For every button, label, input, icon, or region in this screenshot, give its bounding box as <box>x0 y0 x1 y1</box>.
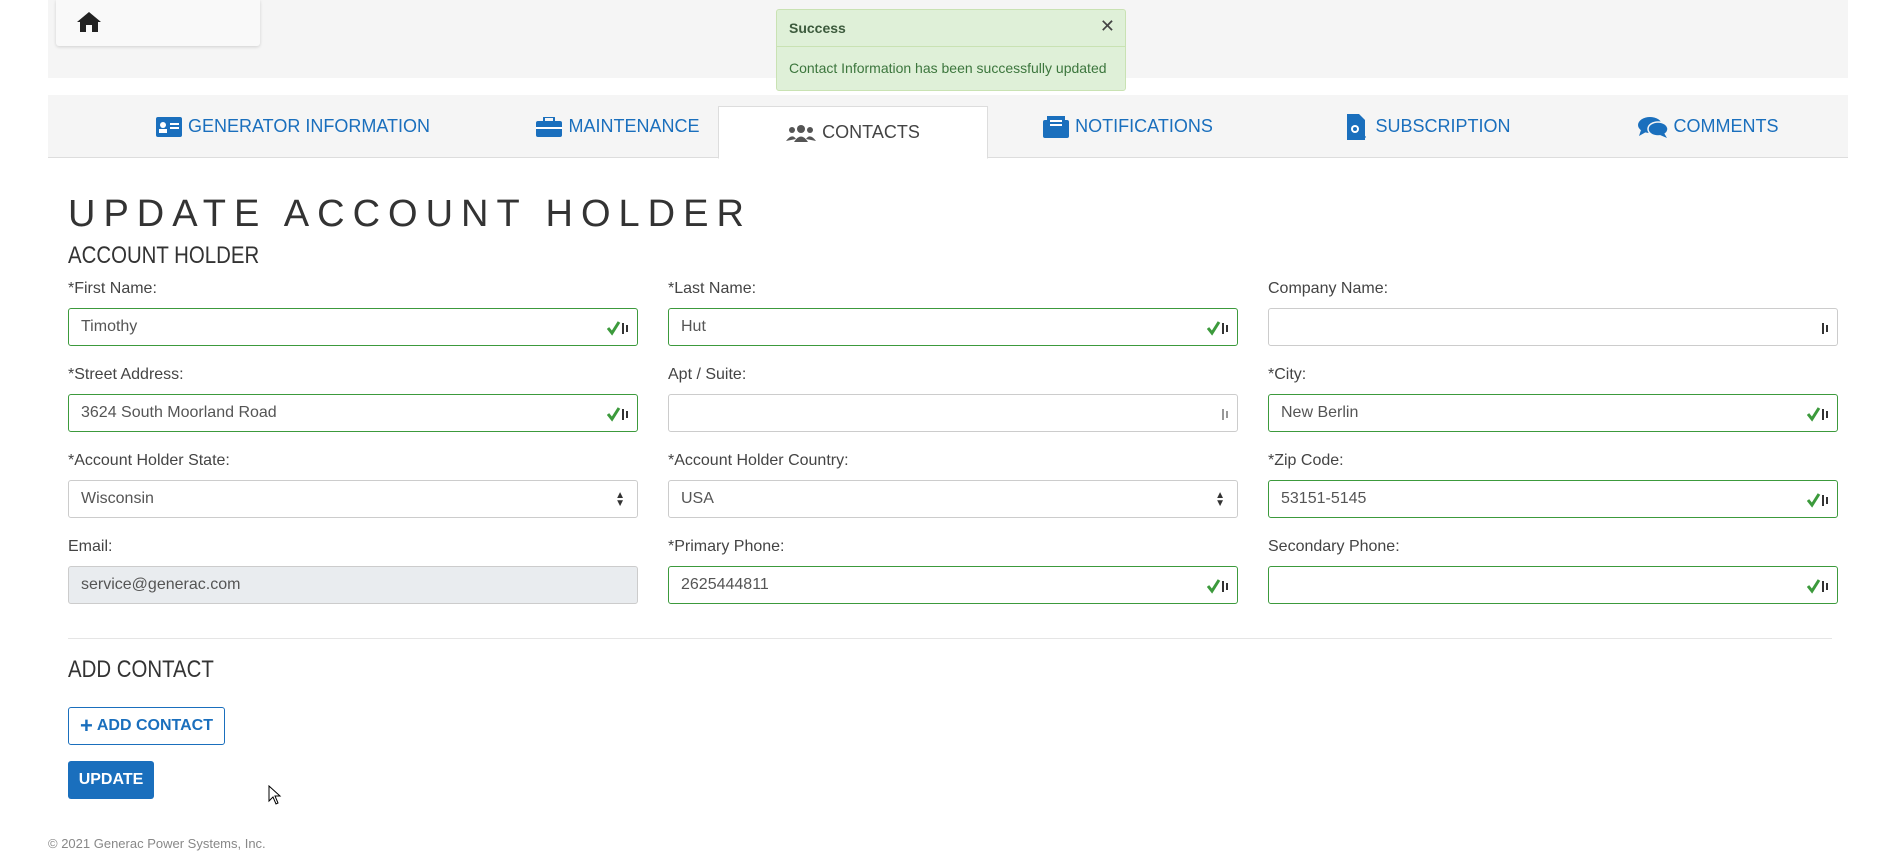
street-address-value: 3624 South Moorland Road <box>81 404 277 421</box>
envelope-icon <box>1043 115 1070 138</box>
section-title-add-contact: Add Contact <box>68 656 214 683</box>
valid-check-icon <box>607 321 628 336</box>
toast-title: Success <box>789 20 846 36</box>
file-icon <box>1347 113 1367 140</box>
plus-icon: + <box>80 713 93 738</box>
zip-code-value: 53151-5145 <box>1281 490 1367 507</box>
secondary-phone-field[interactable] <box>1268 566 1838 604</box>
country-label: *Account Holder Country: <box>668 452 849 469</box>
email-value: service@generac.com <box>81 576 241 593</box>
users-icon <box>786 124 817 142</box>
mouse-cursor-icon <box>268 785 282 805</box>
add-contact-label: Add Contact <box>96 717 213 734</box>
last-name-field[interactable]: Hut <box>668 308 1238 346</box>
select-caret-icon: ▲ ▼ <box>615 490 625 509</box>
valid-check-icon <box>607 407 628 422</box>
section-divider <box>68 638 1832 639</box>
street-address-field[interactable]: 3624 South Moorland Road <box>68 394 638 432</box>
first-name-field[interactable]: Timothy <box>68 308 638 346</box>
last-name-value: Hut <box>681 318 706 335</box>
email-field: service@generac.com <box>68 566 638 604</box>
footer-copyright: © 2021 Generac Power Systems, Inc. <box>48 836 266 851</box>
tab-generator-information[interactable]: Generator Information <box>68 95 518 158</box>
secondary-phone-label: Secondary Phone: <box>1268 538 1400 555</box>
tab-subscription[interactable]: Subscription <box>1278 95 1578 158</box>
tab-label: Notifications <box>1075 116 1213 136</box>
first-name-value: Timothy <box>81 318 138 335</box>
page-title: Update Account Holder <box>68 193 752 235</box>
toolbox-icon <box>536 116 563 137</box>
tab-label: Maintenance <box>568 116 700 136</box>
home-icon[interactable] <box>76 10 102 34</box>
tab-contacts[interactable]: Contacts <box>718 106 988 159</box>
primary-phone-value: 2625444811 <box>681 576 769 593</box>
valid-check-icon <box>1207 321 1228 336</box>
select-caret-icon: ▲ ▼ <box>1215 490 1225 509</box>
section-title-account-holder: Account Holder <box>68 242 260 269</box>
zip-code-label: *Zip Code: <box>1268 452 1344 469</box>
state-select[interactable]: Wisconsin ▲ ▼ <box>68 480 638 518</box>
valid-check-icon <box>1807 493 1828 508</box>
company-name-field[interactable] <box>1268 308 1838 346</box>
add-contact-button[interactable]: + Add Contact <box>68 707 225 745</box>
country-select[interactable]: USA ▲ ▼ <box>668 480 1238 518</box>
valid-check-icon <box>1807 407 1828 422</box>
tab-label: Subscription <box>1375 116 1511 136</box>
zip-code-field[interactable]: 53151-5145 <box>1268 480 1838 518</box>
primary-phone-field[interactable]: 2625444811 <box>668 566 1238 604</box>
tab-label: Generator Information <box>187 116 430 136</box>
state-value: Wisconsin <box>81 490 154 507</box>
close-icon[interactable]: ✕ <box>1100 16 1115 37</box>
country-value: USA <box>681 490 714 507</box>
update-label: Update <box>78 771 144 788</box>
update-button[interactable]: Update <box>68 761 154 799</box>
email-label: Email: <box>68 538 113 555</box>
apt-suite-label: Apt / Suite: <box>668 366 747 383</box>
home-card[interactable] <box>56 0 260 46</box>
apt-suite-field[interactable] <box>668 394 1238 432</box>
field-indicator-icon <box>1222 409 1228 420</box>
last-name-label: *Last Name: <box>668 280 757 297</box>
toast-divider <box>777 46 1125 47</box>
city-label: *City: <box>1268 366 1307 383</box>
street-address-label: *Street Address: <box>68 366 184 383</box>
valid-check-icon <box>1807 579 1828 594</box>
id-card-icon <box>155 116 182 137</box>
success-toast: Success ✕ Contact Information has been s… <box>776 9 1126 91</box>
company-name-label: Company Name: <box>1268 280 1389 297</box>
tab-label: Contacts <box>822 122 920 142</box>
tab-bar: Generator Information Maintenance Contac… <box>48 95 1848 159</box>
field-indicator-icon <box>1822 323 1828 334</box>
state-label: *Account Holder State: <box>68 452 230 469</box>
tab-label: Comments <box>1673 116 1779 136</box>
city-field[interactable]: New Berlin <box>1268 394 1838 432</box>
valid-check-icon <box>1207 579 1228 594</box>
toast-message: Contact Information has been successfull… <box>789 60 1107 76</box>
city-value: New Berlin <box>1281 404 1359 421</box>
comments-icon <box>1637 116 1668 138</box>
first-name-label: *First Name: <box>68 280 157 297</box>
primary-phone-label: *Primary Phone: <box>668 538 785 555</box>
tab-notifications[interactable]: Notifications <box>978 95 1278 158</box>
tab-maintenance[interactable]: Maintenance <box>488 95 748 158</box>
tab-comments[interactable]: Comments <box>1568 95 1848 158</box>
